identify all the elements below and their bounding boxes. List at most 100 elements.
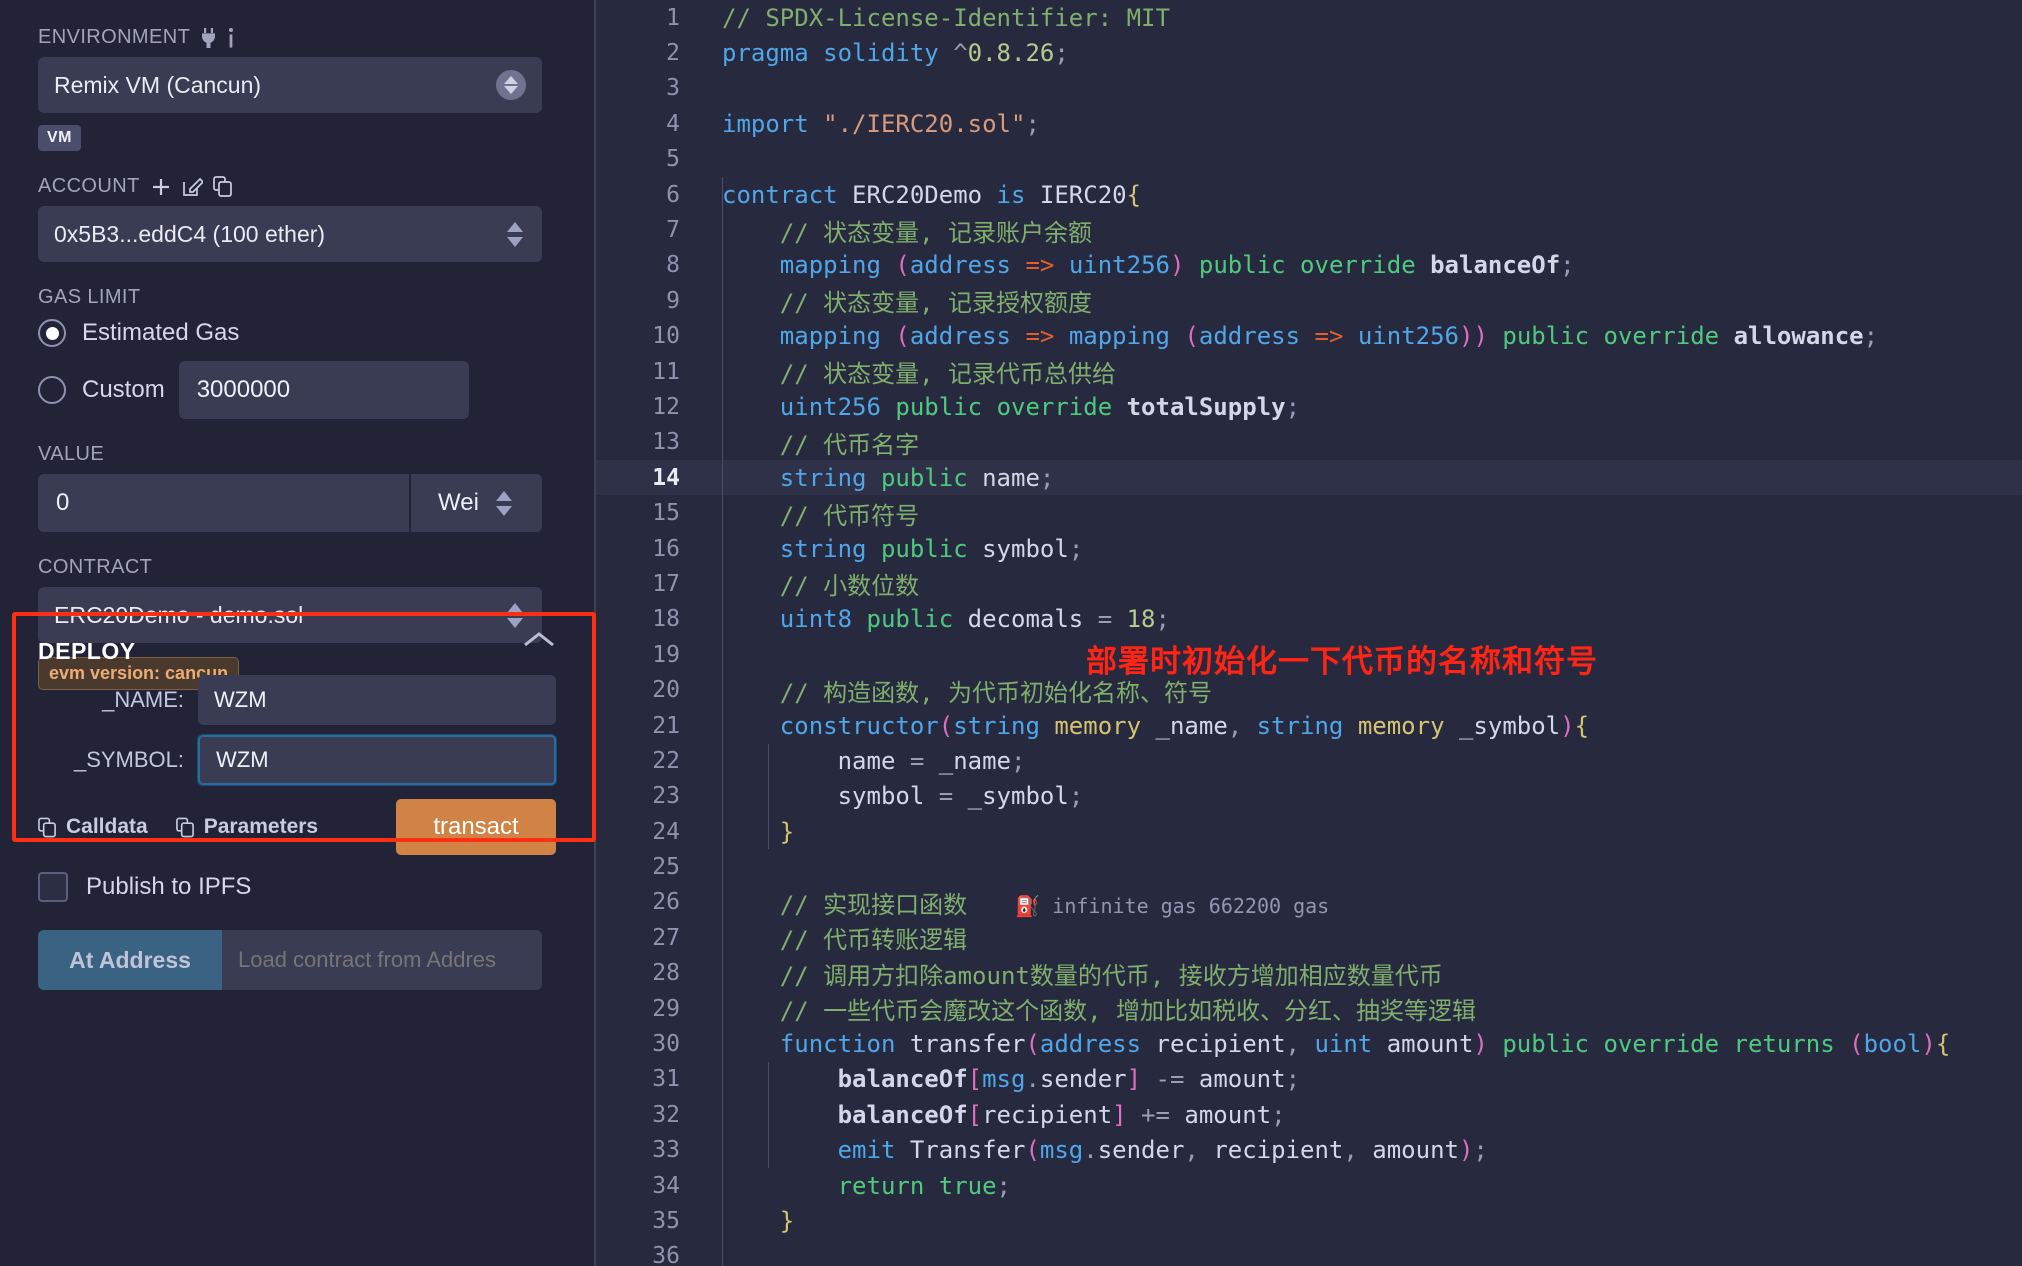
code-line[interactable]: 11 // 状态变量, 记录代币总供给 xyxy=(596,354,2022,389)
line-number: 9 xyxy=(596,288,708,314)
chevron-updown-icon[interactable] xyxy=(496,70,526,100)
code-line[interactable]: 32 balanceOf[recipient] += amount; xyxy=(596,1097,2022,1132)
value-field-row: Wei xyxy=(38,474,542,532)
gas-estimate-hint: ⛽ infinite gas 662200 gas xyxy=(967,894,1329,918)
custom-gas-radio[interactable] xyxy=(38,376,66,404)
calldata-label: Calldata xyxy=(66,815,148,839)
code-line[interactable]: 10 mapping (address => mapping (address … xyxy=(596,319,2022,354)
line-number: 26 xyxy=(596,889,708,915)
code-text: // 状态变量, 记录账户余额 xyxy=(722,213,2022,248)
code-line[interactable]: 12 uint256 public override totalSupply; xyxy=(596,389,2022,424)
code-line[interactable]: 18 uint8 public decomals = 18; xyxy=(596,602,2022,637)
code-line[interactable]: 8 mapping (address => uint256) public ov… xyxy=(596,248,2022,283)
code-line[interactable]: 5 xyxy=(596,142,2022,177)
code-text: name = _name; xyxy=(722,747,2022,775)
account-select[interactable]: 0x5B3...eddC4 (100 ether) xyxy=(38,206,542,262)
code-line[interactable]: 2pragma solidity ^0.8.26; xyxy=(596,35,2022,70)
code-line[interactable]: 17 // 小数位数 xyxy=(596,566,2022,601)
code-line[interactable]: 33 emit Transfer(msg.sender, recipient, … xyxy=(596,1133,2022,1168)
chevron-updown-icon[interactable] xyxy=(493,491,515,516)
copy-parameters-button[interactable]: Parameters xyxy=(176,815,318,839)
line-number: 14 xyxy=(596,465,708,491)
code-text: uint8 public decomals = 18; xyxy=(722,605,2022,633)
custom-gas-label: Custom xyxy=(82,376,165,404)
code-line[interactable]: 21 constructor(string memory _name, stri… xyxy=(596,708,2022,743)
code-line[interactable]: 31 balanceOf[msg.sender] -= amount; xyxy=(596,1062,2022,1097)
code-line[interactable]: 1// SPDX-License-Identifier: MIT xyxy=(596,0,2022,35)
chevron-updown-icon[interactable] xyxy=(504,222,526,247)
custom-gas-input[interactable] xyxy=(179,361,469,419)
copy-icon[interactable] xyxy=(213,176,233,197)
line-number: 6 xyxy=(596,182,708,208)
info-icon[interactable] xyxy=(227,27,235,49)
code-line[interactable]: 7 // 状态变量, 记录账户余额 xyxy=(596,212,2022,247)
publish-ipfs-checkbox[interactable] xyxy=(38,872,68,902)
publish-to-ipfs-row[interactable]: Publish to IPFS xyxy=(38,872,558,902)
code-text: contract ERC20Demo is IERC20{ xyxy=(722,181,2022,209)
line-number: 21 xyxy=(596,713,708,739)
line-number: 30 xyxy=(596,1031,708,1057)
param-input-name[interactable] xyxy=(198,675,556,725)
line-number: 4 xyxy=(596,111,708,137)
code-line[interactable]: 36 xyxy=(596,1239,2022,1266)
code-line[interactable]: 27 // 代币转账逻辑 xyxy=(596,920,2022,955)
fuel-pump-icon: ⛽ xyxy=(1015,894,1040,918)
at-address-input[interactable] xyxy=(222,930,542,990)
code-line[interactable]: 15 // 代币符号 xyxy=(596,495,2022,530)
line-number: 12 xyxy=(596,394,708,420)
code-line[interactable]: 6 contract ERC20Demo is IERC20{ xyxy=(596,177,2022,212)
code-editor[interactable]: 1// SPDX-License-Identifier: MIT2pragma … xyxy=(596,0,2022,1266)
code-text: string public symbol; xyxy=(722,535,2022,563)
custom-gas-option[interactable]: Custom xyxy=(38,376,165,404)
code-text: return true; xyxy=(722,1172,2022,1200)
code-line[interactable]: 28 // 调用方扣除amount数量的代币, 接收方增加相应数量代币 xyxy=(596,956,2022,991)
code-line[interactable]: 34 return true; xyxy=(596,1168,2022,1203)
code-line[interactable]: 29 // 一些代币会魔改这个函数, 增加比如税收、分红、抽奖等逻辑 xyxy=(596,991,2022,1026)
environment-label: ENVIRONMENT xyxy=(38,26,548,49)
code-line[interactable]: 14 string public name; xyxy=(596,460,2022,495)
code-text: emit Transfer(msg.sender, recipient, amo… xyxy=(722,1136,2022,1164)
code-line[interactable]: 35 } xyxy=(596,1203,2022,1238)
estimated-gas-option[interactable]: Estimated Gas xyxy=(38,319,548,347)
estimated-gas-label: Estimated Gas xyxy=(82,319,239,347)
code-line[interactable]: 3 xyxy=(596,71,2022,106)
param-input-symbol[interactable] xyxy=(198,735,556,785)
edit-icon[interactable] xyxy=(182,176,203,197)
code-text: // 小数位数 xyxy=(722,566,2022,601)
line-number: 13 xyxy=(596,429,708,455)
code-line[interactable]: 16 string public symbol; xyxy=(596,531,2022,566)
line-number: 15 xyxy=(596,500,708,526)
code-line[interactable]: 23 symbol = _symbol; xyxy=(596,779,2022,814)
value-label: VALUE xyxy=(38,443,548,466)
transact-button[interactable]: transact xyxy=(396,799,556,855)
at-address-button[interactable]: At Address xyxy=(38,930,222,990)
value-unit-select[interactable]: Wei xyxy=(409,474,542,532)
code-line[interactable]: 30 function transfer(address recipient, … xyxy=(596,1026,2022,1061)
code-line[interactable]: 24 } xyxy=(596,814,2022,849)
code-text: balanceOf[recipient] += amount; xyxy=(722,1101,2022,1129)
estimated-gas-radio[interactable] xyxy=(38,319,66,347)
environment-select[interactable]: Remix VM (Cancun) xyxy=(38,57,542,113)
line-number: 2 xyxy=(596,40,708,66)
plus-icon[interactable] xyxy=(150,176,172,198)
vm-badge: VM xyxy=(38,125,81,151)
value-input[interactable] xyxy=(38,474,409,532)
code-line[interactable]: 22 name = _name; xyxy=(596,743,2022,778)
param-label-symbol: _SYMBOL: xyxy=(38,747,198,773)
line-number: 32 xyxy=(596,1102,708,1128)
code-text: string public name; xyxy=(722,464,2022,492)
chevron-up-icon[interactable] xyxy=(522,630,556,650)
code-line[interactable]: 13 // 代币名字 xyxy=(596,425,2022,460)
code-line[interactable]: 4import "./IERC20.sol"; xyxy=(596,106,2022,141)
line-number: 19 xyxy=(596,642,708,668)
copy-calldata-button[interactable]: Calldata xyxy=(38,815,148,839)
deploy-section: DEPLOY _NAME: _SYMBOL: Calldata xyxy=(12,612,596,842)
code-line[interactable]: 26 // 实现接口函数 ⛽ infinite gas 662200 gas xyxy=(596,885,2022,920)
code-line[interactable]: 9 // 状态变量, 记录授权额度 xyxy=(596,283,2022,318)
code-line[interactable]: 25 xyxy=(596,849,2022,884)
environment-value: Remix VM (Cancun) xyxy=(54,72,496,99)
code-text: } xyxy=(722,1207,2022,1235)
gas-limit-label-text: GAS LIMIT xyxy=(38,286,141,309)
line-number: 22 xyxy=(596,748,708,774)
code-text: // 代币转账逻辑 xyxy=(722,920,2022,955)
